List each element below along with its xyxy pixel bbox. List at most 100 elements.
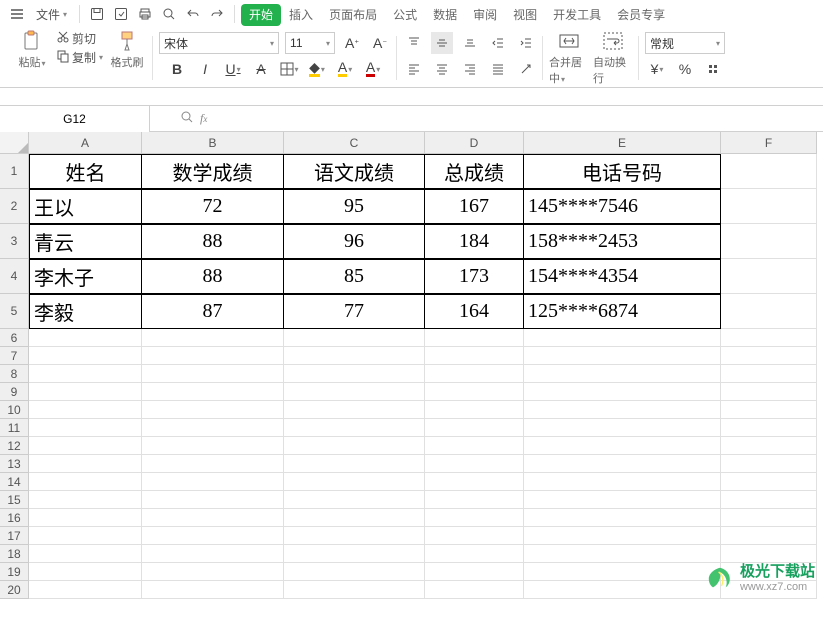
total-cell[interactable]: 184 — [425, 224, 524, 259]
cell[interactable] — [721, 401, 817, 419]
cell[interactable] — [142, 383, 284, 401]
cell[interactable] — [524, 419, 721, 437]
cell[interactable] — [284, 491, 425, 509]
cell[interactable] — [29, 509, 142, 527]
cell[interactable] — [284, 509, 425, 527]
tab-1[interactable]: 插入 — [281, 4, 321, 26]
cell[interactable] — [721, 437, 817, 455]
cell[interactable] — [142, 401, 284, 419]
merge-center-button[interactable]: 合并居中▾ — [549, 30, 589, 86]
cell[interactable] — [524, 401, 721, 419]
redo-icon[interactable] — [206, 3, 228, 25]
percent-button[interactable]: % — [674, 58, 696, 80]
cell[interactable] — [721, 329, 817, 347]
cell[interactable] — [721, 491, 817, 509]
cell[interactable] — [284, 545, 425, 563]
print-icon[interactable] — [134, 3, 156, 25]
phone-cell[interactable]: 125****6874 — [524, 294, 721, 329]
cell[interactable] — [721, 294, 817, 329]
cell[interactable] — [284, 563, 425, 581]
name-cell[interactable]: 青云 — [29, 224, 142, 259]
row-header[interactable]: 16 — [0, 509, 29, 527]
cell[interactable] — [29, 527, 142, 545]
cell[interactable] — [284, 455, 425, 473]
cell[interactable] — [721, 224, 817, 259]
cell[interactable] — [524, 473, 721, 491]
strikethrough-button[interactable]: A — [250, 58, 272, 80]
print-preview-icon[interactable] — [158, 3, 180, 25]
cell[interactable] — [142, 329, 284, 347]
currency-button[interactable]: ¥▾ — [646, 58, 668, 80]
tab-0[interactable]: 开始 — [241, 4, 281, 26]
cell[interactable] — [721, 347, 817, 365]
cell[interactable] — [721, 154, 817, 189]
chinese-cell[interactable]: 96 — [284, 224, 425, 259]
cell[interactable] — [142, 473, 284, 491]
font-color-button[interactable]: A▾ — [362, 58, 384, 80]
header-cell[interactable]: 总成绩 — [425, 154, 524, 189]
cell[interactable] — [425, 455, 524, 473]
cell[interactable] — [425, 347, 524, 365]
cell[interactable] — [142, 437, 284, 455]
name-box-input[interactable] — [0, 106, 149, 132]
cell[interactable] — [29, 347, 142, 365]
cell[interactable] — [524, 509, 721, 527]
format-painter-button[interactable]: 格式刷 — [107, 30, 147, 70]
math-cell[interactable]: 88 — [142, 224, 284, 259]
total-cell[interactable]: 173 — [425, 259, 524, 294]
name-cell[interactable]: 李毅 — [29, 294, 142, 329]
cell[interactable] — [524, 455, 721, 473]
cell[interactable] — [29, 563, 142, 581]
cell[interactable] — [284, 347, 425, 365]
col-header-A[interactable]: A — [29, 132, 142, 154]
cell[interactable] — [524, 383, 721, 401]
row-header[interactable]: 4 — [0, 259, 29, 294]
cell[interactable] — [29, 419, 142, 437]
cell[interactable] — [142, 347, 284, 365]
borders-button[interactable]: ▾ — [278, 58, 300, 80]
phone-cell[interactable]: 145****7546 — [524, 189, 721, 224]
total-cell[interactable]: 164 — [425, 294, 524, 329]
tab-3[interactable]: 公式 — [385, 4, 425, 26]
cell[interactable] — [721, 545, 817, 563]
menu-icon[interactable] — [6, 3, 28, 25]
cell[interactable] — [721, 455, 817, 473]
cell[interactable] — [29, 437, 142, 455]
row-header[interactable]: 8 — [0, 365, 29, 383]
cell[interactable] — [425, 545, 524, 563]
fx-icon[interactable]: fx — [200, 111, 207, 126]
header-cell[interactable]: 姓名 — [29, 154, 142, 189]
chinese-cell[interactable]: 85 — [284, 259, 425, 294]
header-cell[interactable]: 电话号码 — [524, 154, 721, 189]
cell[interactable] — [524, 491, 721, 509]
cell[interactable] — [524, 527, 721, 545]
paste-button[interactable]: 粘贴▾ — [12, 30, 52, 70]
cell[interactable] — [721, 365, 817, 383]
row-header[interactable]: 3 — [0, 224, 29, 259]
italic-button[interactable]: I — [194, 58, 216, 80]
cell[interactable] — [142, 563, 284, 581]
increase-font-icon[interactable]: A⁺ — [341, 32, 363, 54]
cell[interactable] — [29, 545, 142, 563]
cell[interactable] — [284, 329, 425, 347]
chinese-cell[interactable]: 95 — [284, 189, 425, 224]
cell[interactable] — [425, 383, 524, 401]
tab-4[interactable]: 数据 — [425, 4, 465, 26]
number-format-select[interactable]: 常规▾ — [645, 32, 725, 54]
copy-button[interactable]: 复制▾ — [56, 49, 103, 66]
row-header[interactable]: 18 — [0, 545, 29, 563]
cell[interactable] — [524, 581, 721, 599]
cell[interactable] — [425, 329, 524, 347]
align-top-icon[interactable] — [403, 32, 425, 54]
cell[interactable] — [284, 419, 425, 437]
cell[interactable] — [142, 545, 284, 563]
align-middle-icon[interactable] — [431, 32, 453, 54]
cell[interactable] — [29, 383, 142, 401]
row-header[interactable]: 12 — [0, 437, 29, 455]
select-all-corner[interactable] — [0, 132, 29, 154]
cell[interactable] — [284, 401, 425, 419]
cell[interactable] — [29, 365, 142, 383]
cell[interactable] — [29, 491, 142, 509]
row-header[interactable]: 17 — [0, 527, 29, 545]
shading-button[interactable]: A▾ — [334, 58, 356, 80]
